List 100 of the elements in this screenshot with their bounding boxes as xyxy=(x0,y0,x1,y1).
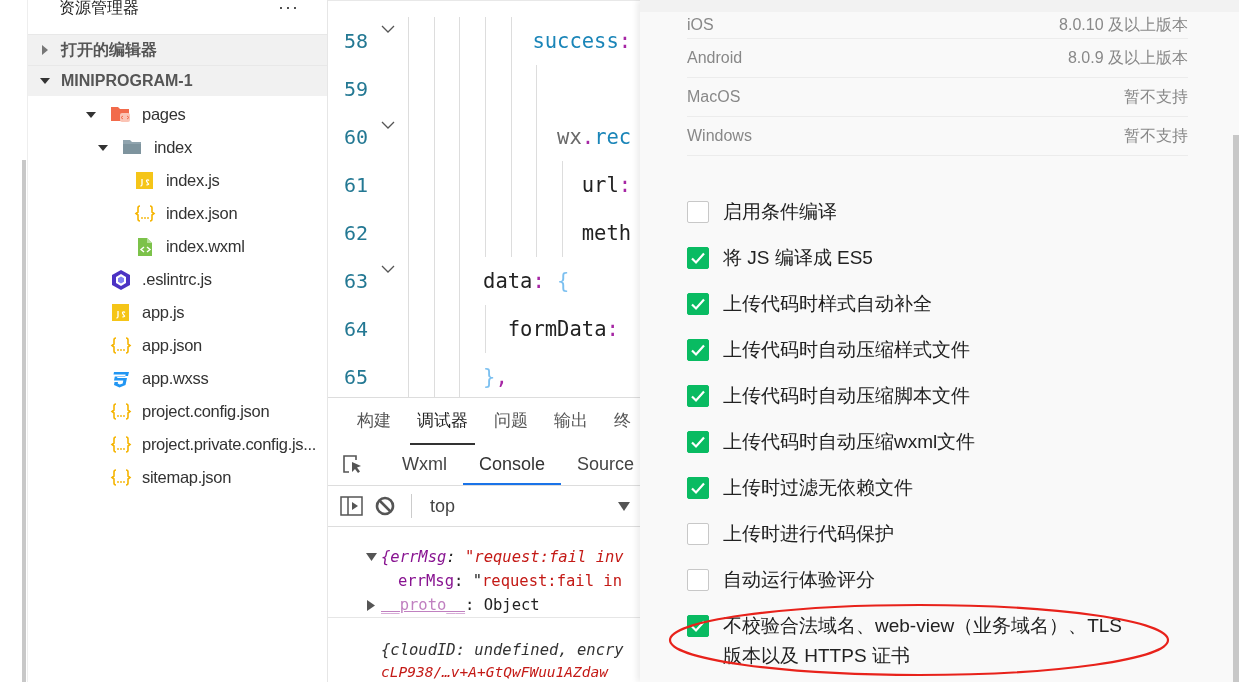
devtools-tab[interactable]: Wxml xyxy=(386,445,463,485)
platform-name: iOS xyxy=(687,16,714,34)
panel-title: 资源管理器 xyxy=(59,0,139,16)
code-line: wx.rec xyxy=(557,125,632,149)
panel-tab[interactable]: 构建 xyxy=(350,398,398,445)
file-name: app.wxss xyxy=(142,369,209,388)
file-name: index.json xyxy=(166,204,238,223)
option-label: 上传代码时自动压缩脚本文件 xyxy=(723,384,970,408)
tree-item[interactable]: index.json xyxy=(28,197,327,230)
folder-icon xyxy=(110,104,132,125)
console-text: __proto__: Object xyxy=(381,596,540,614)
tree-item[interactable]: app.js xyxy=(28,296,327,329)
checkbox[interactable] xyxy=(687,477,709,499)
tree-item[interactable]: .eslintrc.js xyxy=(28,263,327,296)
line-number: 62 xyxy=(342,221,368,245)
option-label: 上传代码时自动压缩wxml文件 xyxy=(723,430,976,454)
file-name: project.private.config.js... xyxy=(142,435,317,454)
checkbox[interactable] xyxy=(687,523,709,545)
version-text: 8.0.10 及以上版本 xyxy=(1059,14,1188,35)
chevron-icon[interactable] xyxy=(381,25,395,34)
braces-icon xyxy=(110,335,132,356)
devtools-tab[interactable]: Console xyxy=(463,445,562,485)
console-text: errMsg: "request:fail in xyxy=(398,572,622,590)
tree-item[interactable]: project.config.json xyxy=(28,395,327,428)
console-text: cLP938/…v+A+GtQwFWuu1AZdaw xyxy=(381,663,608,680)
file-name: project.config.json xyxy=(142,402,270,421)
dropdown-icon[interactable] xyxy=(618,501,630,511)
tree-item[interactable]: index.js xyxy=(28,164,327,197)
block-icon[interactable] xyxy=(375,496,395,516)
braces-icon xyxy=(134,203,156,224)
line-number: 61 xyxy=(342,173,368,197)
file-name: app.js xyxy=(142,303,185,322)
line-number: 60 xyxy=(342,125,368,149)
tree-item[interactable]: app.json xyxy=(28,329,327,362)
line-number: 58 xyxy=(342,29,368,53)
panel-tab[interactable]: 调试器 xyxy=(410,398,475,445)
section-header[interactable]: 打开的编辑器 xyxy=(28,34,327,65)
section-header[interactable]: MINIPROGRAM-1 xyxy=(28,65,327,96)
version-text: 暂不支持 xyxy=(1124,86,1188,107)
console-text: {cloudID: undefined, encry xyxy=(381,641,624,659)
file-name: sitemap.json xyxy=(142,468,232,487)
scrollbar[interactable] xyxy=(1233,135,1239,682)
option-label: 将 JS 编译成 ES5 xyxy=(723,246,873,270)
section-title: 打开的编辑器 xyxy=(61,39,157,60)
console-text: {errMsg: "request:fail inv xyxy=(381,548,624,566)
checkbox[interactable] xyxy=(687,247,709,269)
platform-name: MacOS xyxy=(687,88,741,106)
file-name: index.wxml xyxy=(166,237,245,256)
version-text: 8.0.9 及以上版本 xyxy=(1067,47,1188,68)
chevron-icon[interactable] xyxy=(381,265,395,274)
tree-item[interactable]: sitemap.json xyxy=(28,461,327,494)
checkbox[interactable] xyxy=(687,431,709,453)
context-selector[interactable]: top xyxy=(430,495,456,517)
more-button[interactable]: ··· xyxy=(278,0,299,14)
caret-icon[interactable] xyxy=(366,599,377,611)
panel-tab[interactable]: 输出 xyxy=(547,398,595,445)
option-label: 上传时进行代码保护 xyxy=(723,522,894,546)
file-name: app.json xyxy=(142,336,202,355)
chevron-icon[interactable] xyxy=(381,121,395,130)
file-name: .eslintrc.js xyxy=(142,270,212,289)
checkbox[interactable] xyxy=(687,339,709,361)
devtools-tab[interactable]: Source xyxy=(561,445,640,485)
code-line: success: xyxy=(532,29,632,53)
caret-icon[interactable] xyxy=(366,551,377,563)
checkbox[interactable] xyxy=(687,293,709,315)
js-file-icon xyxy=(110,302,132,323)
option-label: 自动运行体验评分 xyxy=(723,568,875,592)
file-name: pages xyxy=(142,105,186,124)
code-line: url: xyxy=(581,173,632,197)
section-title: MINIPROGRAM-1 xyxy=(61,72,193,90)
option-label: 上传代码时样式自动补全 xyxy=(723,292,932,316)
version-text: 暂不支持 xyxy=(1124,125,1188,146)
tree-item[interactable]: index xyxy=(28,131,327,164)
braces-icon xyxy=(110,401,132,422)
braces-icon xyxy=(110,434,132,455)
scrollbar[interactable] xyxy=(22,160,26,682)
tree-item[interactable]: pages xyxy=(28,98,327,131)
js-file-icon xyxy=(134,170,156,191)
tree-item[interactable]: app.wxss xyxy=(28,362,327,395)
checkbox[interactable] xyxy=(687,201,709,223)
panel-tab[interactable]: 终 xyxy=(607,398,638,445)
checkbox[interactable] xyxy=(687,385,709,407)
platform-name: Android xyxy=(687,49,743,67)
code-line: }, xyxy=(483,365,508,389)
tree-item[interactable]: index.wxml xyxy=(28,230,327,263)
code-line: formData: xyxy=(507,317,619,341)
line-number: 65 xyxy=(342,365,368,389)
option-label: 上传代码时自动压缩样式文件 xyxy=(723,338,970,362)
option-label: 上传时过滤无依赖文件 xyxy=(723,476,913,500)
option-label: 启用条件编译 xyxy=(723,200,837,224)
line-number: 59 xyxy=(342,77,368,101)
hexagon-icon xyxy=(110,269,132,290)
file-name: index xyxy=(154,138,192,157)
tree-item[interactable]: project.private.config.js... xyxy=(28,428,327,461)
panel-tab[interactable]: 问题 xyxy=(487,398,535,445)
code-line: meth xyxy=(581,221,632,245)
checkbox[interactable] xyxy=(687,569,709,591)
platform-name: Windows xyxy=(687,127,752,145)
sidebar-toggle-icon[interactable] xyxy=(340,496,363,516)
line-number: 64 xyxy=(342,317,368,341)
